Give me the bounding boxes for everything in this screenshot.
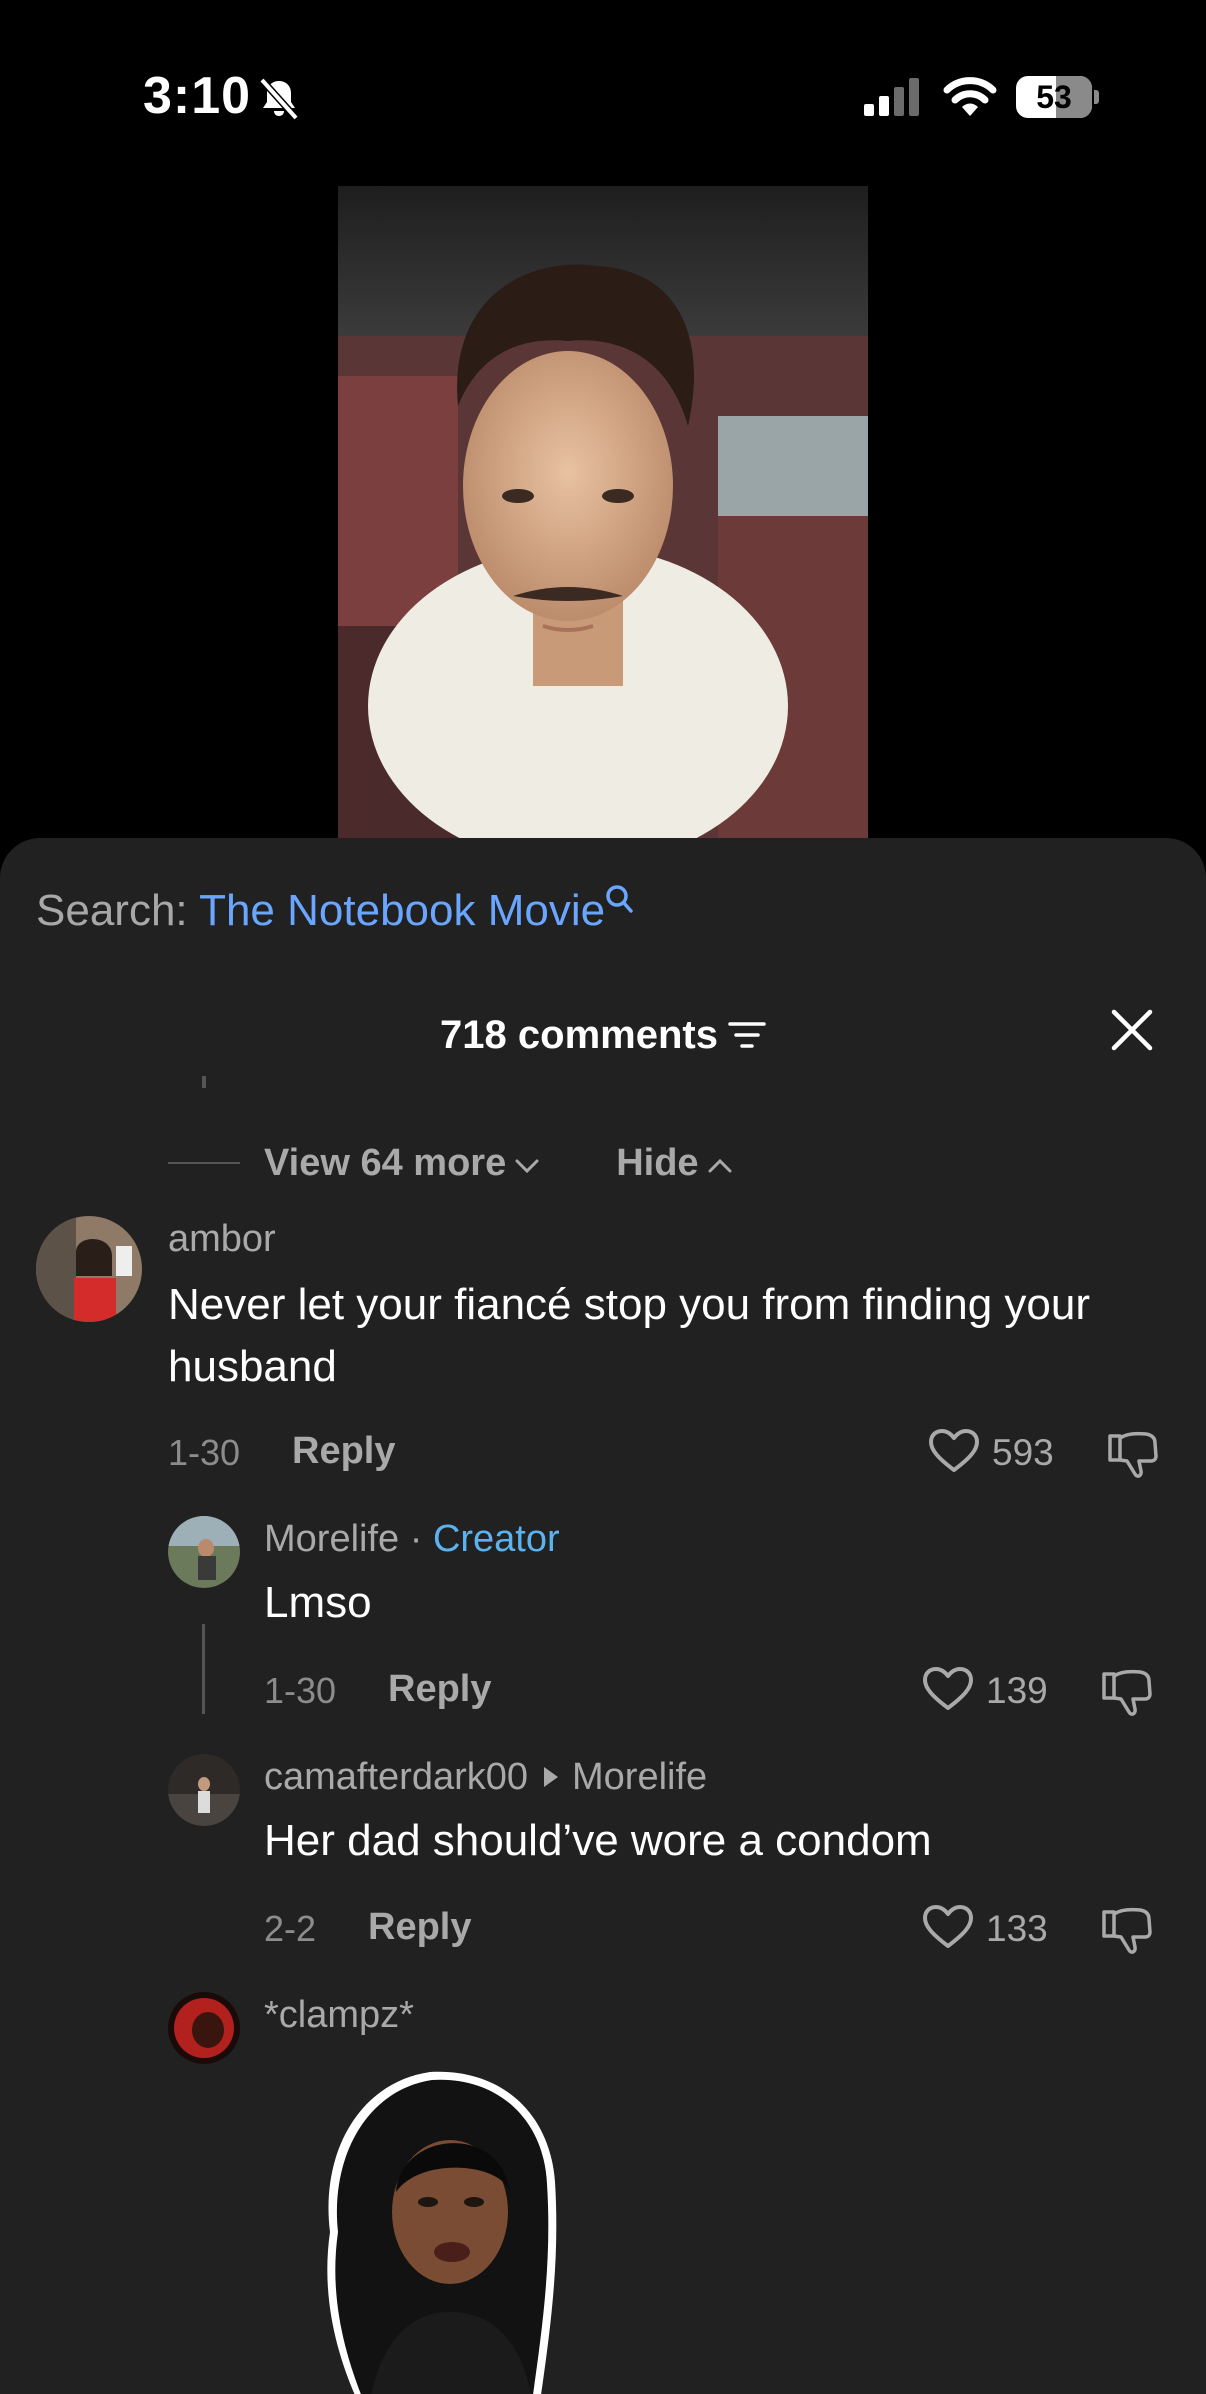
- like-count: 593: [992, 1432, 1054, 1473]
- wifi-icon: [943, 77, 997, 116]
- like-count: 133: [986, 1908, 1048, 1949]
- comment-date: 1-30: [168, 1432, 241, 1473]
- cellular-signal-icon: [864, 78, 919, 116]
- search-icon: [606, 885, 633, 913]
- reply-date: 1-30: [264, 1670, 337, 1711]
- heart-icon[interactable]: [928, 1428, 980, 1474]
- avatar[interactable]: [36, 1216, 142, 1322]
- avatar[interactable]: [168, 1992, 240, 2064]
- close-icon[interactable]: [1110, 1008, 1154, 1052]
- scrolled-content-fragment: [202, 1076, 206, 1088]
- video-thumbnail[interactable]: [338, 186, 868, 838]
- thread-divider: [168, 1162, 240, 1164]
- reply-username[interactable]: *clampz*: [264, 1994, 414, 2037]
- comment-username[interactable]: ambor: [168, 1218, 276, 1261]
- comments-header: 718 comments: [0, 1000, 1206, 1070]
- heart-icon[interactable]: [922, 1666, 974, 1712]
- hide-replies-button[interactable]: Hide: [616, 1142, 732, 1185]
- thread-line: [202, 1624, 205, 1714]
- heart-icon[interactable]: [922, 1904, 974, 1950]
- search-suggestion[interactable]: Search: The Notebook Movie: [36, 885, 633, 936]
- thumbs-down-icon[interactable]: [1100, 1904, 1154, 1956]
- battery-icon: 53: [1016, 76, 1100, 118]
- status-bar: 3:10 53: [0, 0, 1206, 190]
- like-count: 139: [986, 1670, 1048, 1711]
- chevron-up-icon: [708, 1158, 732, 1172]
- reply-text: Her dad should’ve wore a condom: [264, 1816, 932, 1865]
- reply-date: 2-2: [264, 1908, 317, 1949]
- search-term-link[interactable]: The Notebook Movie: [199, 886, 605, 935]
- reply-button[interactable]: Reply: [368, 1906, 471, 1949]
- chevron-down-icon: [515, 1159, 539, 1173]
- gif-sticker-image[interactable]: [300, 2062, 590, 2394]
- sort-filter-icon[interactable]: [728, 1020, 766, 1050]
- reply-button[interactable]: Reply: [388, 1668, 491, 1711]
- view-more-replies-button[interactable]: View 64 more: [264, 1142, 540, 1185]
- reply-to-arrow-icon: [544, 1766, 559, 1787]
- reply-to-username[interactable]: Morelife: [572, 1756, 707, 1798]
- search-label: Search:: [36, 886, 188, 935]
- avatar[interactable]: [168, 1754, 240, 1826]
- comment-text: Never let your fiancé stop you from find…: [168, 1280, 1091, 1391]
- thumbs-down-icon[interactable]: [1106, 1428, 1160, 1480]
- reply-text: Lmso: [264, 1578, 372, 1627]
- bell-slash-icon: [259, 77, 299, 121]
- reply-username[interactable]: camafterdark00 Morelife: [264, 1756, 707, 1799]
- creator-badge: Creator: [432, 1518, 560, 1560]
- comments-sheet: Search: The Notebook Movie 718 comments …: [0, 838, 1206, 2394]
- comment-count: 718 comments: [440, 1013, 718, 1057]
- thumbs-down-icon[interactable]: [1100, 1666, 1154, 1718]
- reply-button[interactable]: Reply: [292, 1430, 395, 1473]
- status-time: 3:10: [143, 67, 252, 125]
- thread-controls: View 64 more Hide: [168, 1138, 733, 1188]
- reply-username[interactable]: Morelife · Creator: [264, 1518, 560, 1561]
- avatar[interactable]: [168, 1516, 240, 1588]
- battery-level: 53: [1036, 79, 1072, 115]
- video-frame-image: [338, 186, 868, 838]
